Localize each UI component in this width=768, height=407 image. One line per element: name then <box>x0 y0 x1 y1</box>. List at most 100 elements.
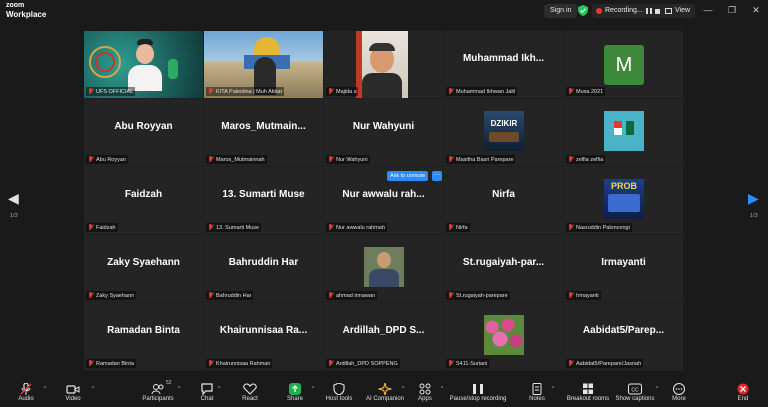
participant-name-label: Zaky Syaehann <box>86 291 137 300</box>
flag-image <box>604 111 644 151</box>
video-icon <box>66 382 80 394</box>
previous-page-arrow-icon[interactable]: ◀ <box>8 190 19 207</box>
view-button[interactable]: View <box>660 4 696 18</box>
mic-muted-icon <box>568 292 574 299</box>
next-page-arrow-icon[interactable]: ▶ <box>748 190 759 207</box>
toolbar-apps-button[interactable]: Apps <box>412 378 438 407</box>
toolbar-label: Video <box>65 396 81 402</box>
participant-tile[interactable]: zelfia zelfia <box>564 99 683 166</box>
participant-tile[interactable]: Maros_Mutmain... Maros_Mutmainnah <box>204 99 323 166</box>
participant-name: ahmad rimawan <box>336 292 376 299</box>
chevron-up-icon[interactable]: ^ <box>218 386 220 392</box>
mic-muted-icon <box>568 224 574 231</box>
tile-more-button[interactable]: ··· <box>432 171 442 181</box>
toolbar-ai-companion-button[interactable]: AI Companion <box>362 378 408 407</box>
toolbar-label: Show captions <box>615 396 655 402</box>
participant-tile[interactable]: 13. Sumarti Muse 13. Sumarti Muse <box>204 167 323 234</box>
minimize-button[interactable]: — <box>700 3 716 17</box>
close-button[interactable]: ✕ <box>748 3 764 17</box>
toolbar-label: Host tools <box>325 396 353 402</box>
toolbar-label: Audio <box>18 396 34 402</box>
chevron-up-icon[interactable]: ^ <box>402 386 404 392</box>
participant-name: Maros_Mutmainnah <box>216 156 265 163</box>
toolbar-notes-button[interactable]: Notes <box>522 378 552 407</box>
participant-tile[interactable]: Faidzah Faidzah <box>84 167 203 234</box>
majida-video <box>356 31 408 98</box>
toolbar-breakout-rooms-button[interactable]: Breakout rooms <box>566 378 610 407</box>
chevron-up-icon[interactable]: ^ <box>656 386 658 392</box>
participant-tile[interactable]: Ardillah_DPD S... Ardillah_DPD SOPPENG <box>324 303 443 370</box>
zoom-meeting-window: zoom Workplace Sign in Recording... View… <box>0 0 768 407</box>
toolbar-share-button[interactable]: Share <box>278 378 312 407</box>
participant-name-label: Masitha Basri Parepare <box>446 155 516 164</box>
toolbar-pause-stop-recording-button[interactable]: Pause/stop recording <box>446 378 510 407</box>
participant-tile[interactable]: Khairunnisaa Ra... Khairunnisaa Rahman <box>204 303 323 370</box>
participant-tile[interactable]: Zaky Syaehann Zaky Syaehann <box>84 235 203 302</box>
participant-tile[interactable]: Irmayanti Irmayanti <box>564 235 683 302</box>
apps-icon <box>418 382 432 395</box>
participant-name-label: Majida s <box>326 87 359 96</box>
toolbar-chat-button[interactable]: Chat <box>190 378 224 407</box>
toolbar-end-button[interactable]: End <box>728 378 758 407</box>
toolbar-react-button[interactable]: React <box>233 378 267 407</box>
recording-dot-icon <box>596 8 602 14</box>
more-icon <box>672 382 686 395</box>
chevron-up-icon[interactable]: ^ <box>178 386 180 392</box>
recording-indicator[interactable]: Recording... <box>592 4 664 18</box>
sign-in-button[interactable]: Sign in <box>544 4 578 18</box>
participant-tile[interactable]: PROB Nasruddin Paloncengi <box>564 167 683 234</box>
participant-tile[interactable]: M Musa 2021 <box>564 31 683 98</box>
mic-muted-icon <box>568 156 574 163</box>
toolbar-host-tools-button[interactable]: Host tools <box>320 378 358 407</box>
toolbar-participants-button[interactable]: Participants <box>130 378 186 407</box>
mic-muted-icon <box>328 292 334 299</box>
participant-name-label: Ardillah_DPD SOPPENG <box>326 359 400 368</box>
participant-tile[interactable]: Ramadan Binta Ramadan Binta <box>84 303 203 370</box>
participant-tile[interactable]: Nirfa Nirfa <box>444 167 563 234</box>
shield-check-icon[interactable] <box>578 5 588 16</box>
dzikir-image: DZIKIR <box>484 111 524 151</box>
toolbar-show-captions-button[interactable]: CC Show captions <box>614 378 656 407</box>
participant-tile[interactable]: S411-Suriani <box>444 303 563 370</box>
participant-name-label: St.rugaiyah-parepare <box>446 291 510 300</box>
chevron-up-icon[interactable]: ^ <box>441 386 443 392</box>
zoom-logo: zoom Workplace <box>6 2 46 19</box>
mic-muted-icon <box>88 224 94 231</box>
chat-icon <box>200 382 214 396</box>
sparkle-icon <box>376 380 394 398</box>
participant-display-name: Ardillah_DPD S... <box>342 325 425 336</box>
title-bar: zoom Workplace Sign in Recording... View… <box>0 0 768 22</box>
participants-icon <box>151 382 165 395</box>
chevron-up-icon[interactable]: ^ <box>44 386 46 392</box>
chevron-up-icon[interactable]: ^ <box>552 386 554 392</box>
toolbar-label: Share <box>286 396 303 402</box>
participant-tile[interactable]: Bahruddin Har Bahruddin Har <box>204 235 323 302</box>
chevron-up-icon[interactable]: ^ <box>92 386 94 392</box>
page-indicator-left: 1/3 <box>10 213 18 219</box>
participant-tile[interactable]: KITA Palestina | Muh Akbar <box>204 31 323 98</box>
participant-name-label: Bahruddin Har <box>206 291 254 300</box>
chevron-up-icon[interactable]: ^ <box>312 386 314 392</box>
participant-tile[interactable]: Muhammad Ikh... Muhammad Ikhwan Jalil <box>444 31 563 98</box>
toolbar-label: End <box>737 396 749 402</box>
ask-to-unmute-button[interactable]: Ask to unmute <box>387 171 429 181</box>
meeting-toolbar: Audio ^ Video ^ Participants ^ Chat ^ React … <box>0 378 768 407</box>
participant-tile[interactable]: Majida s <box>324 31 443 98</box>
toolbar-audio-button[interactable]: Audio <box>8 378 44 407</box>
participant-tile[interactable]: ahmad rimawan <box>324 235 443 302</box>
participant-tile[interactable]: Nur Wahyuni Nur Wahyuni <box>324 99 443 166</box>
maximize-button[interactable]: ❐ <box>724 3 740 17</box>
participant-name-label: Nirfa <box>446 223 470 232</box>
participant-name-label: 13. Sumarti Muse <box>206 223 262 232</box>
participant-tile[interactable]: Aabidat5/Parep... Aabidat5/Parepare/Jasn… <box>564 303 683 370</box>
participant-tile[interactable]: St.rugaiyah-par... St.rugaiyah-parepare <box>444 235 563 302</box>
toolbar-video-button[interactable]: Video <box>56 378 90 407</box>
participant-tile[interactable]: Abu Royyan Abu Royyan <box>84 99 203 166</box>
toolbar-more-button[interactable]: More <box>664 378 694 407</box>
pause-icon[interactable] <box>645 8 652 14</box>
participant-tile[interactable]: DZIKIR Masitha Basri Parepare <box>444 99 563 166</box>
participant-name: Nur Wahyuni <box>336 156 368 163</box>
participant-name-label: Musa 2021 <box>566 87 606 96</box>
stop-icon[interactable] <box>654 8 660 14</box>
participant-tile[interactable]: UFS OFFICIAL <box>84 31 203 98</box>
